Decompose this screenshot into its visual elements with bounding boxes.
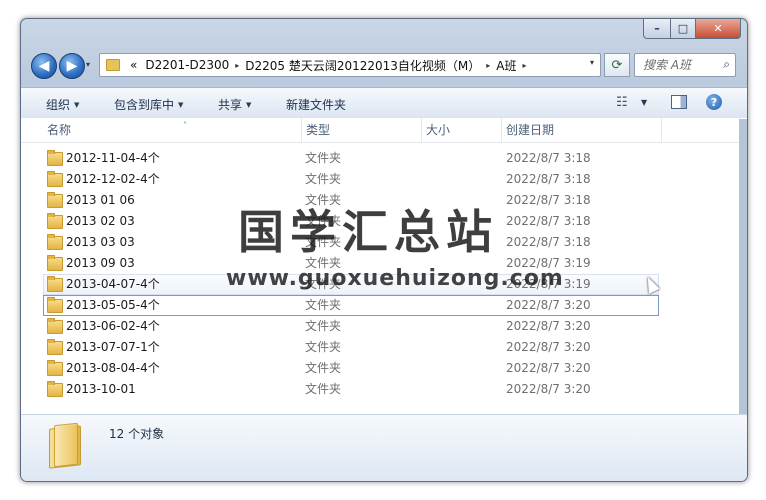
file-row[interactable]: 2013-10-01 文件夹 2022/8/7 3:20 bbox=[21, 379, 747, 400]
file-name: 2013-08-04-4个 bbox=[66, 361, 160, 375]
navigation-bar: ◀ ▶ ▾ « D2201-D2300 ▸ D2205 楚天云阔20122013… bbox=[29, 51, 739, 81]
file-name: 2013 09 03 bbox=[66, 256, 135, 270]
back-button[interactable]: ◀ bbox=[31, 53, 57, 79]
file-date-created: 2022/8/7 3:18 bbox=[506, 235, 591, 249]
file-name: 2013 02 03 bbox=[66, 214, 135, 228]
file-name: 2013-04-07-4个 bbox=[66, 277, 160, 291]
chevron-down-icon: ▼ bbox=[178, 101, 184, 109]
breadcrumb-overflow[interactable]: « bbox=[126, 58, 141, 72]
breadcrumb-item[interactable]: A班 bbox=[492, 57, 520, 74]
include-in-library-label: 包含到库中 bbox=[114, 98, 175, 112]
minimize-button[interactable]: – bbox=[643, 19, 671, 39]
caption-buttons: – □ ✕ bbox=[643, 19, 741, 39]
file-date-created: 2022/8/7 3:20 bbox=[506, 361, 591, 375]
recent-pages-chevron-icon[interactable]: ▾ bbox=[86, 60, 90, 69]
file-row[interactable]: 2013-07-07-1个 文件夹 2022/8/7 3:20 bbox=[21, 337, 747, 358]
file-date-created: 2022/8/7 3:20 bbox=[506, 382, 591, 396]
file-date-created: 2022/8/7 3:20 bbox=[506, 319, 591, 333]
chevron-down-icon: ▼ bbox=[246, 101, 252, 109]
preview-pane-icon[interactable] bbox=[671, 95, 687, 109]
include-in-library-menu[interactable]: 包含到库中 ▼ bbox=[114, 96, 183, 113]
sort-ascending-icon: ˄ bbox=[183, 121, 187, 130]
share-menu[interactable]: 共享 ▼ bbox=[218, 96, 251, 113]
file-type: 文件夹 bbox=[305, 151, 342, 165]
file-date-created: 2022/8/7 3:20 bbox=[506, 340, 591, 354]
refresh-icon: ⟳ bbox=[611, 57, 623, 73]
folder-large-icon bbox=[49, 425, 81, 469]
column-header-row: 名称 ˄ 类型 大小 创建日期 bbox=[21, 118, 747, 143]
file-date-created: 2022/8/7 3:18 bbox=[506, 214, 591, 228]
folder-icon bbox=[106, 59, 120, 71]
file-date-created: 2022/8/7 3:20 bbox=[506, 298, 591, 312]
breadcrumb-item[interactable]: D2201-D2300 bbox=[141, 58, 233, 72]
file-date-created: 2022/8/7 3:18 bbox=[506, 172, 591, 186]
search-input[interactable] bbox=[641, 57, 721, 73]
file-name: 2012-11-04-4个 bbox=[66, 151, 160, 165]
folder-icon bbox=[47, 255, 63, 271]
address-bar[interactable]: « D2201-D2300 ▸ D2205 楚天云阔20122013自化视频（M… bbox=[99, 53, 601, 77]
file-name: 2013-06-02-4个 bbox=[66, 319, 160, 333]
organize-label: 组织 bbox=[46, 98, 71, 112]
column-type[interactable]: 类型 bbox=[302, 118, 422, 142]
folder-icon bbox=[47, 150, 63, 166]
file-name: 2013-10-01 bbox=[66, 382, 136, 396]
file-row[interactable]: 2013-06-02-4个 文件夹 2022/8/7 3:20 bbox=[21, 316, 747, 337]
file-name: 2013-05-05-4个 bbox=[66, 298, 160, 312]
help-icon[interactable]: ? bbox=[706, 94, 722, 110]
column-name-label: 名称 bbox=[47, 123, 72, 137]
folder-icon bbox=[47, 297, 63, 313]
share-label: 共享 bbox=[218, 98, 243, 112]
column-size[interactable]: 大小 bbox=[422, 118, 502, 142]
file-type: 文件夹 bbox=[305, 298, 342, 312]
new-folder-button[interactable]: 新建文件夹 bbox=[286, 96, 346, 113]
file-row[interactable]: 2013-05-05-4个 文件夹 2022/8/7 3:20 bbox=[43, 295, 659, 316]
folder-icon bbox=[47, 171, 63, 187]
file-type: 文件夹 bbox=[305, 382, 342, 396]
breadcrumb-item[interactable]: D2205 楚天云阔20122013自化视频（M） bbox=[241, 57, 484, 74]
folder-icon bbox=[47, 276, 63, 292]
column-name[interactable]: 名称 ˄ bbox=[43, 118, 302, 142]
file-type: 文件夹 bbox=[305, 172, 342, 186]
refresh-button[interactable]: ⟳ bbox=[604, 53, 630, 77]
file-name: 2013 01 06 bbox=[66, 193, 135, 207]
folder-icon bbox=[47, 213, 63, 229]
maximize-button[interactable]: □ bbox=[671, 19, 696, 39]
details-pane: 12 个对象 bbox=[21, 414, 747, 481]
file-name: 2013 03 03 bbox=[66, 235, 135, 249]
watermark-title: 国学汇总站 bbox=[238, 205, 498, 259]
breadcrumb-separator-icon[interactable]: ▸ bbox=[233, 61, 241, 70]
file-row[interactable]: 2012-12-02-4个 文件夹 2022/8/7 3:18 bbox=[21, 169, 747, 190]
file-row[interactable]: 2013-08-04-4个 文件夹 2022/8/7 3:20 bbox=[21, 358, 747, 379]
command-bar: 组织 ▼ 包含到库中 ▼ 共享 ▼ 新建文件夹 ☷ ▼ ? bbox=[21, 87, 747, 119]
file-type: 文件夹 bbox=[305, 340, 342, 354]
chevron-down-icon: ▼ bbox=[74, 101, 80, 109]
folder-icon bbox=[47, 339, 63, 355]
file-date-created: 2022/8/7 3:18 bbox=[506, 151, 591, 165]
forward-button[interactable]: ▶ bbox=[59, 53, 85, 79]
file-row[interactable]: 2012-11-04-4个 文件夹 2022/8/7 3:18 bbox=[21, 148, 747, 169]
file-name: 2013-07-07-1个 bbox=[66, 340, 160, 354]
breadcrumb-separator-icon[interactable]: ▸ bbox=[484, 61, 492, 70]
watermark-url: www.guoxuehuizong.com bbox=[226, 266, 564, 291]
view-options-icon[interactable]: ☷ bbox=[616, 95, 628, 110]
file-date-created: 2022/8/7 3:18 bbox=[506, 193, 591, 207]
folder-icon bbox=[47, 360, 63, 376]
folder-icon bbox=[47, 234, 63, 250]
folder-icon bbox=[47, 318, 63, 334]
item-count: 12 个对象 bbox=[109, 427, 165, 441]
close-button[interactable]: ✕ bbox=[696, 19, 741, 39]
address-dropdown-icon[interactable]: ▾ bbox=[590, 58, 594, 67]
folder-icon bbox=[47, 381, 63, 397]
folder-icon bbox=[47, 192, 63, 208]
file-type: 文件夹 bbox=[305, 361, 342, 375]
view-dropdown-icon[interactable]: ▼ bbox=[641, 98, 647, 107]
breadcrumb-separator-icon[interactable]: ▸ bbox=[521, 61, 529, 70]
file-type: 文件夹 bbox=[305, 319, 342, 333]
file-name: 2012-12-02-4个 bbox=[66, 172, 160, 186]
search-icon[interactable]: ⌕ bbox=[723, 57, 730, 72]
column-date-created[interactable]: 创建日期 bbox=[502, 118, 662, 142]
search-box[interactable]: ⌕ bbox=[634, 53, 736, 77]
organize-menu[interactable]: 组织 ▼ bbox=[46, 96, 79, 113]
window-right-border bbox=[739, 119, 747, 414]
